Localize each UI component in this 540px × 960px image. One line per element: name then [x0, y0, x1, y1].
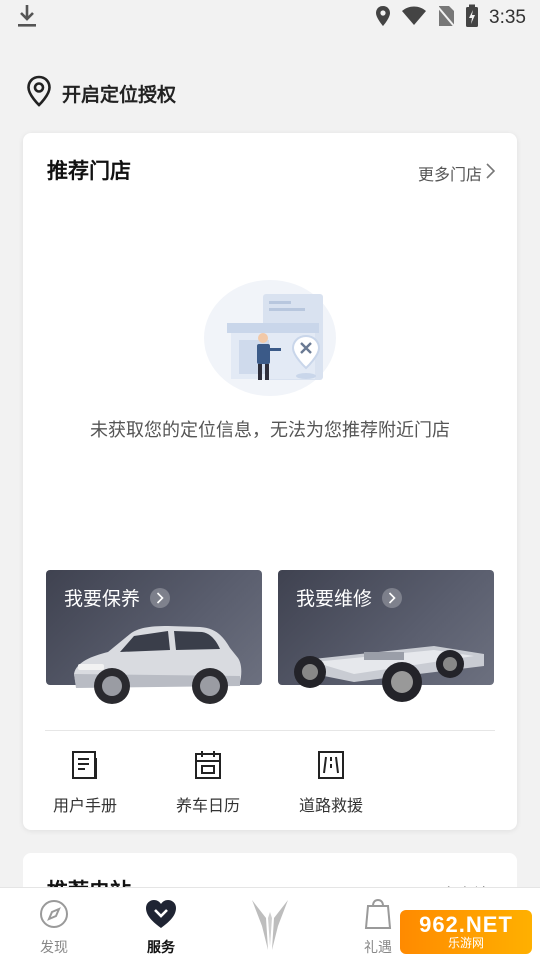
chevron-right-icon [382, 587, 403, 608]
tab-label: 服务 [147, 940, 175, 956]
wifi-icon [401, 6, 427, 30]
suv-car-image [74, 626, 242, 704]
empty-state-message: 未获取您的定位信息，无法为您推荐附近门店 [90, 420, 450, 441]
status-time: 3:35 [489, 7, 526, 28]
chevron-right-icon [486, 163, 496, 183]
brand-logo-icon [248, 896, 292, 956]
bag-icon [363, 898, 393, 934]
tile-label-text: 我要保养 [64, 588, 141, 610]
tab-label: 礼遇 [364, 940, 392, 956]
tab-service[interactable]: 服务 [121, 898, 201, 957]
recommended-store-card: 推荐门店 更多门店 未获取您的定位信息，无法为您推荐附近门店 我要保养 我要维修… [23, 133, 517, 830]
tab-label: 发现 [40, 940, 68, 956]
location-permission-row[interactable]: 开启定位授权 [26, 75, 177, 111]
maintenance-tile[interactable]: 我要保养 [46, 570, 262, 704]
more-stores-link[interactable]: 更多门店 [417, 161, 496, 185]
status-icons: 3:35 [375, 4, 526, 32]
chevron-right-icon [150, 587, 171, 608]
more-stores-label: 更多门店 [417, 165, 482, 184]
road-rescue-link[interactable]: 道路救援 [286, 750, 376, 816]
tab-brand[interactable] [230, 896, 310, 956]
section-divider [45, 730, 495, 731]
no-location-illustration [203, 268, 337, 396]
location-status-icon [375, 5, 391, 31]
heart-chevron-icon [144, 898, 178, 934]
road-rescue-icon [317, 750, 345, 784]
calendar-icon [194, 750, 222, 784]
site-watermark: 962.NET 乐游网 [400, 910, 532, 954]
compass-icon [38, 898, 70, 934]
car-calendar-link[interactable]: 养车日历 [163, 750, 253, 816]
tab-discover[interactable]: 发现 [14, 898, 94, 957]
manual-icon [71, 750, 99, 784]
no-sim-icon [437, 5, 455, 31]
tile-label-text: 我要维修 [296, 588, 373, 610]
maintenance-tile-label: 我要保养 [64, 584, 171, 611]
chassis-image [294, 646, 484, 702]
repair-tile-label: 我要维修 [296, 584, 403, 611]
location-pin-icon [26, 75, 52, 111]
user-manual-link[interactable]: 用户手册 [40, 750, 130, 816]
watermark-main: 962.NET [419, 912, 513, 937]
quick-link-label: 道路救援 [298, 796, 363, 815]
status-bar: 3:35 [0, 0, 540, 36]
location-permission-label: 开启定位授权 [62, 83, 177, 106]
battery-charging-icon [465, 4, 479, 32]
quick-link-label: 养车日历 [175, 796, 240, 815]
download-icon [16, 3, 38, 33]
card-title: 推荐门店 [47, 159, 131, 183]
quick-link-label: 用户手册 [52, 796, 117, 815]
watermark-sub: 乐游网 [447, 936, 484, 950]
repair-tile[interactable]: 我要维修 [278, 570, 494, 702]
